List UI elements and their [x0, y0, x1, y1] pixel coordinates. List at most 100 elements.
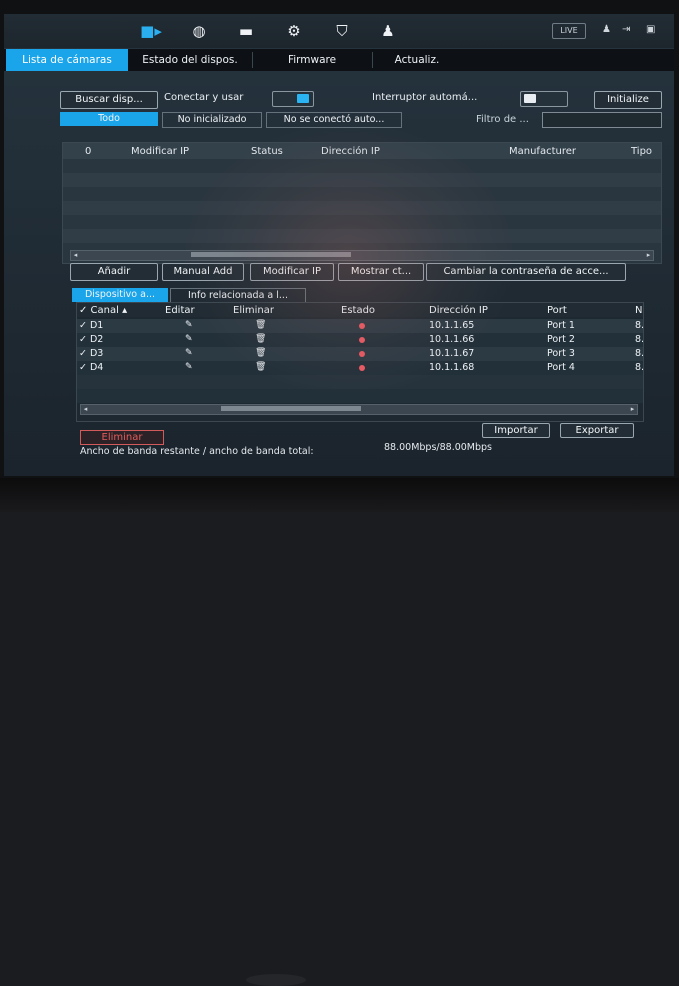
delete-trash-icon[interactable]: 🗑 [255, 334, 266, 344]
filter-tab-all[interactable]: Todo [60, 112, 158, 126]
filter-input[interactable] [542, 112, 662, 128]
n-cell: 8. [635, 320, 644, 331]
scroll-left-icon[interactable]: ◂ [81, 405, 90, 414]
nvr-screen: ■▸ ◍ ▬ ⚙ ⛉ ♟ LIVE ♟ ⇥ ▣ Lista de cámaras… [4, 14, 674, 476]
connect-use-label: Conectar y usar [164, 92, 244, 103]
auto-switch-toggle[interactable] [520, 91, 568, 107]
edit-pencil-icon[interactable]: ✎ [185, 334, 193, 344]
col-index[interactable]: 0 [85, 146, 91, 157]
user-icon[interactable]: ♟ [602, 24, 611, 35]
delete-trash-icon[interactable]: 🗑 [255, 320, 266, 330]
added-table-scrollbar[interactable]: ◂ ▸ [80, 404, 638, 415]
table-row[interactable]: ✓ D3 ✎ 🗑 10.1.1.67 Port 3 8. [77, 347, 643, 361]
status-dot-icon [359, 365, 365, 371]
status-dot-icon [359, 337, 365, 343]
initialize-button[interactable]: Initialize [594, 91, 662, 109]
tab-added-devices[interactable]: Dispositivo a... [72, 288, 168, 302]
filter-tab-not-auto-connected[interactable]: No se conectó auto... [266, 112, 402, 128]
table-row[interactable] [63, 229, 661, 243]
col-channel[interactable]: ✓ Canal ▴ [79, 305, 127, 316]
bandwidth-label: Ancho de banda restante / ancho de banda… [80, 446, 314, 457]
col-n[interactable]: N [635, 305, 642, 316]
table-row[interactable] [77, 389, 643, 403]
import-button[interactable]: Importar [482, 423, 550, 438]
edit-pencil-icon[interactable]: ✎ [185, 348, 193, 358]
table-row[interactable]: ✓ D1 ✎ 🗑 10.1.1.65 Port 1 8. [77, 319, 643, 333]
channel-cell: ✓ D2 [79, 334, 104, 345]
tab-update[interactable]: Actualiz. [374, 49, 460, 71]
col-status[interactable]: Status [251, 146, 283, 157]
port-cell: Port 1 [547, 320, 575, 331]
manual-add-button[interactable]: Manual Add [162, 263, 244, 281]
col-modify-ip[interactable]: Modificar IP [131, 146, 189, 157]
col-state[interactable]: Estado [341, 305, 375, 316]
monitor-stand-area [0, 478, 679, 986]
status-dot-icon [359, 323, 365, 329]
col-delete[interactable]: Eliminar [233, 305, 274, 316]
tab-camera-list[interactable]: Lista de cámaras [6, 49, 128, 71]
tab-separator [372, 52, 373, 68]
col-edit[interactable]: Editar [165, 305, 195, 316]
network-icon[interactable]: ◍ [187, 22, 211, 40]
scroll-right-icon[interactable]: ▸ [628, 405, 637, 414]
modify-ip-button[interactable]: Modificar IP [250, 263, 334, 281]
edit-pencil-icon[interactable]: ✎ [185, 320, 193, 330]
top-menu-bar: ■▸ ◍ ▬ ⚙ ⛉ ♟ LIVE ♟ ⇥ ▣ [4, 14, 674, 48]
show-button[interactable]: Mostrar ct... [338, 263, 424, 281]
delete-trash-icon[interactable]: 🗑 [255, 362, 266, 372]
auto-switch-label: Interruptor automá... [372, 92, 478, 103]
table-row[interactable] [63, 201, 661, 215]
main-tabs: Lista de cámaras Estado del dispos. Firm… [4, 49, 674, 71]
scroll-left-icon[interactable]: ◂ [71, 251, 80, 260]
n-cell: 8. [635, 334, 644, 345]
table-row[interactable] [63, 173, 661, 187]
live-button[interactable]: LIVE [552, 23, 586, 39]
storage-icon[interactable]: ▬ [234, 22, 258, 40]
ip-cell: 10.1.1.67 [429, 348, 475, 359]
channel-cell: ✓ D1 [79, 320, 104, 331]
col-manufacturer[interactable]: Manufacturer [509, 146, 576, 157]
scroll-right-icon[interactable]: ▸ [644, 251, 653, 260]
port-cell: Port 4 [547, 362, 575, 373]
ip-cell: 10.1.1.68 [429, 362, 475, 373]
window-icon[interactable]: ▣ [646, 24, 655, 35]
scrollbar-thumb[interactable] [191, 252, 351, 257]
col-port[interactable]: Port [547, 305, 567, 316]
col-ip-address[interactable]: Dirección IP [429, 305, 488, 316]
table-row[interactable]: ✓ D4 ✎ 🗑 10.1.1.68 Port 4 8. [77, 361, 643, 375]
brand-logo [246, 974, 306, 986]
col-type[interactable]: Tipo [631, 146, 652, 157]
delete-button[interactable]: Eliminar [80, 430, 164, 445]
add-button[interactable]: Añadir [70, 263, 158, 281]
n-cell: 8. [635, 348, 644, 359]
port-cell: Port 3 [547, 348, 575, 359]
connect-use-toggle[interactable] [272, 91, 314, 107]
port-cell: Port 2 [547, 334, 575, 345]
found-devices-table: 0 Modificar IP Status Dirección IP Manuf… [62, 142, 662, 264]
filter-tab-uninitialized[interactable]: No inicializado [162, 112, 262, 128]
search-devices-button[interactable]: Buscar disp... [60, 91, 158, 109]
col-ip-address[interactable]: Dirección IP [321, 146, 380, 157]
bandwidth-value: 88.00Mbps/88.00Mbps [384, 442, 493, 453]
channel-cell: ✓ D4 [79, 362, 104, 373]
table-row[interactable]: ✓ D2 ✎ 🗑 10.1.1.66 Port 2 8. [77, 333, 643, 347]
scrollbar-thumb[interactable] [221, 406, 361, 411]
change-password-button[interactable]: Cambiar la contraseña de acce... [426, 263, 626, 281]
shield-icon[interactable]: ⛉ [330, 22, 354, 40]
system-settings-icon[interactable]: ⚙ [282, 22, 306, 40]
filter-label: Filtro de ... [476, 114, 529, 125]
delete-trash-icon[interactable]: 🗑 [255, 348, 266, 358]
export-button[interactable]: Exportar [560, 423, 634, 438]
tab-separator [252, 52, 253, 68]
tab-firmware[interactable]: Firmware [254, 49, 370, 71]
account-icon[interactable]: ♟ [376, 22, 400, 40]
ip-cell: 10.1.1.65 [429, 320, 475, 331]
logout-icon[interactable]: ⇥ [622, 24, 630, 35]
status-dot-icon [359, 351, 365, 357]
found-table-scrollbar[interactable]: ◂ ▸ [70, 250, 654, 261]
ip-cell: 10.1.1.66 [429, 334, 475, 345]
table-row[interactable] [77, 375, 643, 389]
camera-icon[interactable]: ■▸ [139, 22, 163, 40]
tab-device-status[interactable]: Estado del dispos. [130, 49, 250, 71]
edit-pencil-icon[interactable]: ✎ [185, 362, 193, 372]
